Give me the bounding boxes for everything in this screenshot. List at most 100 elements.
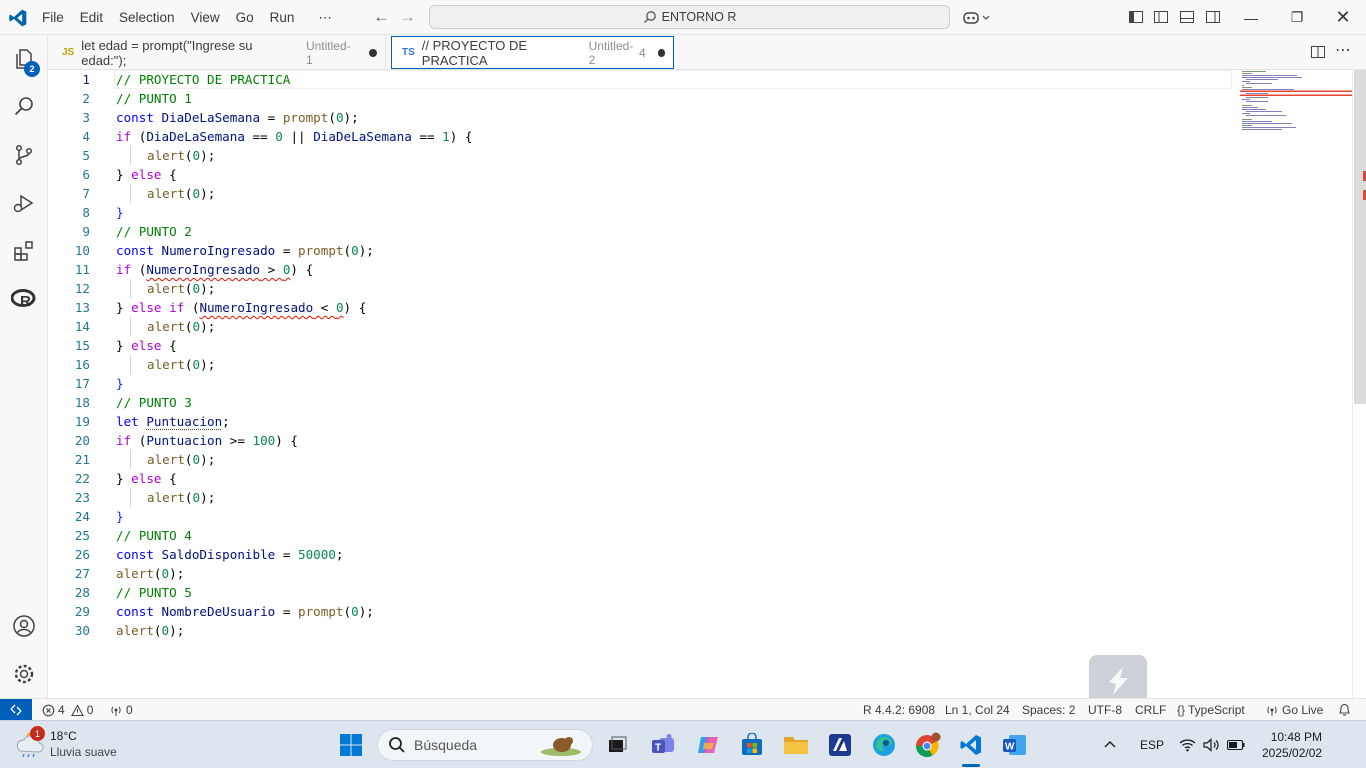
code-line[interactable]: 21 alert(0); xyxy=(48,450,1232,469)
code-line[interactable]: 4 if (DiaDeLaSemana == 0 || DiaDeLaSemana… xyxy=(48,127,1232,146)
menu-more[interactable]: ⋯ xyxy=(302,0,340,35)
r-extension-button[interactable]: R xyxy=(0,275,48,323)
show-hidden-icons-button[interactable] xyxy=(1103,721,1117,768)
teams-app[interactable]: T xyxy=(647,729,679,761)
code-line[interactable]: 16 alert(0); xyxy=(48,355,1232,374)
search-view-button[interactable] xyxy=(0,83,48,131)
code-line[interactable]: 17} xyxy=(48,374,1232,393)
r-version-status[interactable]: R 4.4.2: 6908 xyxy=(863,699,935,721)
code-line[interactable]: 27 alert(0); xyxy=(48,564,1232,583)
split-editor-icon[interactable] xyxy=(1310,44,1326,60)
extensions-button[interactable] xyxy=(0,227,48,275)
copilot-icon[interactable] xyxy=(962,9,992,27)
tab-untitled-2[interactable]: TS // PROYECTO DE PRACTICA Untitled-2 4 xyxy=(391,36,674,69)
copilot-app[interactable] xyxy=(692,729,724,761)
chrome-app[interactable] xyxy=(912,729,944,761)
code-line[interactable]: 5 alert(0); xyxy=(48,146,1232,165)
tab-untitled-1[interactable]: JS let edad = prompt("Ingrese su edad:")… xyxy=(48,35,386,70)
vscode-logo-icon xyxy=(9,9,27,27)
menu-selection[interactable]: Selection xyxy=(111,0,183,35)
line-number: 5 xyxy=(82,148,90,163)
vertical-scrollbar[interactable] xyxy=(1352,70,1366,698)
code-line[interactable]: 3 const DiaDeLaSemana = prompt(0); xyxy=(48,108,1232,127)
windows-start-button[interactable] xyxy=(339,733,363,757)
source-control-button[interactable] xyxy=(0,131,48,179)
menu-edit[interactable]: Edit xyxy=(72,0,111,35)
code-line[interactable]: 20 if (Puntuacion >= 100) { xyxy=(48,431,1232,450)
ports-indicator[interactable]: 0 xyxy=(109,699,133,721)
code-line[interactable]: 22} else { xyxy=(48,469,1232,488)
command-center-search[interactable]: ENTORNO R xyxy=(429,5,950,29)
code-line[interactable]: 9 // PUNTO 2 xyxy=(48,222,1232,241)
microsoft-store-app[interactable] xyxy=(736,729,768,761)
restore-button[interactable]: ❐ xyxy=(1274,0,1320,35)
code-line[interactable]: 30 alert(0); xyxy=(48,621,1232,640)
system-tray-status[interactable] xyxy=(1179,721,1245,768)
code-line[interactable]: 13} else if (NumeroIngresado < 0) { xyxy=(48,298,1232,317)
menu-file[interactable]: File xyxy=(34,0,72,35)
problems-indicator[interactable]: 4 0 xyxy=(42,699,93,721)
language-mode-status[interactable]: {} TypeScript xyxy=(1177,699,1245,721)
extensions-icon xyxy=(14,241,33,261)
unsaved-dot-icon[interactable] xyxy=(369,48,377,57)
code-line[interactable]: 28 // PUNTO 5 xyxy=(48,583,1232,602)
go-live-button[interactable]: Go Live xyxy=(1265,699,1323,721)
unsaved-dot-icon[interactable] xyxy=(657,48,665,57)
close-window-button[interactable]: ✕ xyxy=(1320,0,1366,35)
remote-indicator-button[interactable] xyxy=(0,699,32,721)
input-language-indicator[interactable]: ESP xyxy=(1140,721,1164,768)
azure-data-studio-app[interactable] xyxy=(824,729,856,761)
warning-count: 0 xyxy=(86,702,94,717)
notifications-bell-icon[interactable] xyxy=(1338,703,1351,717)
code-line[interactable]: 2 // PUNTO 1 xyxy=(48,89,1232,108)
task-view-button[interactable] xyxy=(601,729,633,761)
explorer-button[interactable]: 2 xyxy=(0,35,48,83)
weather-widget[interactable]: 1 18°C Lluvia suave xyxy=(14,726,117,762)
edge-app[interactable] xyxy=(868,729,900,761)
code-line[interactable]: 14 alert(0); xyxy=(48,317,1232,336)
line-text: alert(0); xyxy=(147,452,216,467)
code-editor[interactable]: 1 // PROYECTO DE PRACTICA 2 // PUNTO 1 3 co… xyxy=(48,70,1366,698)
code-line[interactable]: 24} xyxy=(48,507,1232,526)
menu-go[interactable]: Go xyxy=(228,0,262,35)
line-number: 4 xyxy=(82,129,90,144)
menu-view[interactable]: View xyxy=(183,0,228,35)
taskbar-search-input[interactable]: Búsqueda xyxy=(377,729,593,761)
code-line[interactable]: 1 // PROYECTO DE PRACTICA xyxy=(48,70,1232,89)
more-actions-icon[interactable]: ⋯ xyxy=(1335,40,1351,60)
scrollbar-thumb[interactable] xyxy=(1354,70,1366,404)
code-line[interactable]: 19 let Puntuacion; xyxy=(48,412,1232,431)
eol-status[interactable]: CRLF xyxy=(1135,699,1166,721)
run-debug-button[interactable] xyxy=(0,179,48,227)
code-line[interactable]: 23 alert(0); xyxy=(48,488,1232,507)
clock[interactable]: 10:48 PM 2025/02/02 xyxy=(1262,729,1322,761)
back-arrow-icon[interactable]: ← xyxy=(373,8,390,26)
indentation-status[interactable]: Spaces: 2 xyxy=(1022,699,1075,721)
encoding-status[interactable]: UTF-8 xyxy=(1088,699,1122,721)
toggle-panel-left-icon[interactable] xyxy=(1153,9,1169,25)
code-line[interactable]: 6} else { xyxy=(48,165,1232,184)
code-line[interactable]: 11 if (NumeroIngresado > 0) { xyxy=(48,260,1232,279)
code-line[interactable]: 15} else { xyxy=(48,336,1232,355)
accounts-button[interactable] xyxy=(0,602,48,650)
toggle-panel-icon[interactable] xyxy=(1179,9,1195,25)
minimize-button[interactable]: — xyxy=(1228,0,1274,35)
code-line[interactable]: 18 // PUNTO 3 xyxy=(48,393,1232,412)
toggle-primary-sidebar-icon[interactable] xyxy=(1128,9,1144,25)
code-line[interactable]: 25 // PUNTO 4 xyxy=(48,526,1232,545)
vscode-app[interactable] xyxy=(955,729,987,761)
toggle-secondary-sidebar-icon[interactable] xyxy=(1205,9,1221,25)
code-line[interactable]: 7 alert(0); xyxy=(48,184,1232,203)
word-app[interactable]: W xyxy=(999,729,1031,761)
code-line[interactable]: 8} xyxy=(48,203,1232,222)
manage-button[interactable] xyxy=(0,650,48,698)
minimap[interactable] xyxy=(1240,70,1352,150)
file-explorer-app[interactable] xyxy=(780,729,812,761)
code-line[interactable]: 12 alert(0); xyxy=(48,279,1232,298)
code-line[interactable]: 29 const NombreDeUsuario = prompt(0); xyxy=(48,602,1232,621)
cursor-position-status[interactable]: Ln 1, Col 24 xyxy=(945,699,1010,721)
forward-arrow-icon[interactable]: → xyxy=(399,8,416,26)
code-line[interactable]: 26 const SaldoDisponible = 50000; xyxy=(48,545,1232,564)
code-line[interactable]: 10 const NumeroIngresado = prompt(0); xyxy=(48,241,1232,260)
menu-run[interactable]: Run xyxy=(262,0,303,35)
